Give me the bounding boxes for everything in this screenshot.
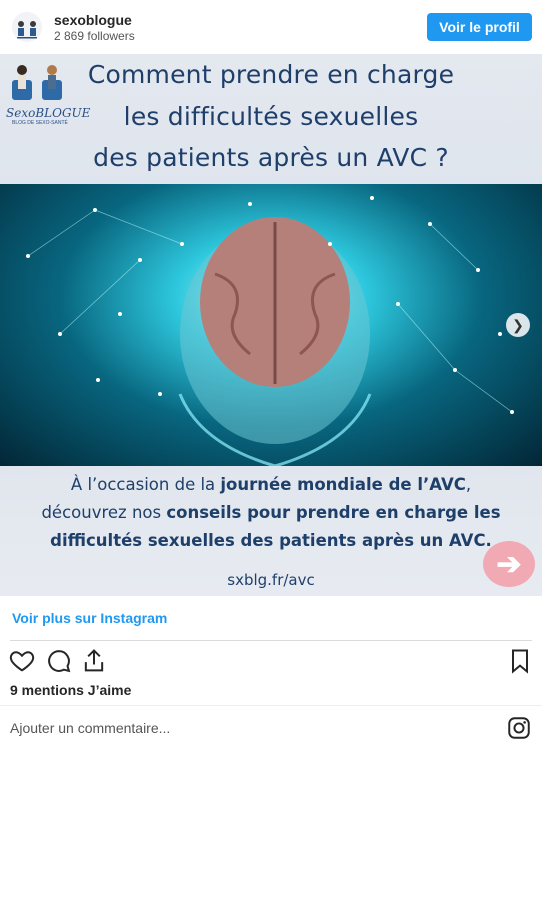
instagram-icon[interactable]	[506, 715, 532, 746]
post-title-line-3: des patients après un AVC ?	[93, 143, 449, 172]
avatar-image	[17, 21, 37, 39]
divider	[10, 640, 532, 641]
caption-bold-text: journée mondiale de l’AVC	[220, 475, 466, 494]
comment-icon[interactable]	[45, 647, 73, 675]
view-profile-button[interactable]: Voir le profil	[427, 13, 532, 41]
add-comment-input[interactable]: Ajouter un commentaire...	[10, 720, 170, 736]
followers-count: 2 869 followers	[54, 29, 135, 43]
caption-bold-text: conseils pour prendre en charge les	[166, 503, 501, 522]
likes-count[interactable]: 9 mentions J’aime	[10, 682, 131, 698]
divider	[0, 705, 542, 706]
caption-line-1: À l’occasion de la journée mondiale de l…	[0, 475, 542, 494]
heart-icon[interactable]	[8, 647, 36, 675]
post-title-line-1: Comment prendre en charge	[87, 60, 455, 89]
caption-text: découvrez nos	[41, 503, 167, 522]
post-url: sxblg.fr/avc	[227, 571, 315, 589]
carousel-next-button[interactable]: ❯	[506, 313, 530, 337]
chevron-right-icon: ❯	[512, 316, 524, 333]
caption-bold-text: difficultés sexuelles des patients après…	[50, 531, 492, 550]
caption-text: À l’occasion de la	[70, 475, 221, 494]
brain-graphic	[26, 196, 514, 466]
view-more-instagram-link[interactable]: Voir plus sur Instagram	[12, 610, 167, 626]
post-header: sexoblogue 2 869 followers Voir le profi…	[0, 0, 542, 54]
post-image[interactable]: SexoBLOGUE BLOG DE SEXO-SANTÉ Comment pr…	[0, 54, 542, 596]
caption-punctuation: ,	[465, 475, 472, 494]
bookmark-icon[interactable]	[506, 647, 534, 675]
caption-line-3: difficultés sexuelles des patients après…	[0, 531, 542, 550]
brain-illustration	[0, 184, 542, 466]
post-actions	[0, 647, 542, 677]
arrow-right-icon: ➔	[496, 547, 522, 581]
caption-line-2: découvrez nos conseils pour prendre en c…	[0, 503, 542, 522]
username[interactable]: sexoblogue	[54, 12, 132, 28]
profile-avatar[interactable]	[12, 12, 42, 42]
share-icon[interactable]	[80, 647, 108, 675]
slide-next-arrow[interactable]: ➔	[483, 541, 535, 587]
post-title-line-2: les difficultés sexuelles	[123, 102, 419, 131]
